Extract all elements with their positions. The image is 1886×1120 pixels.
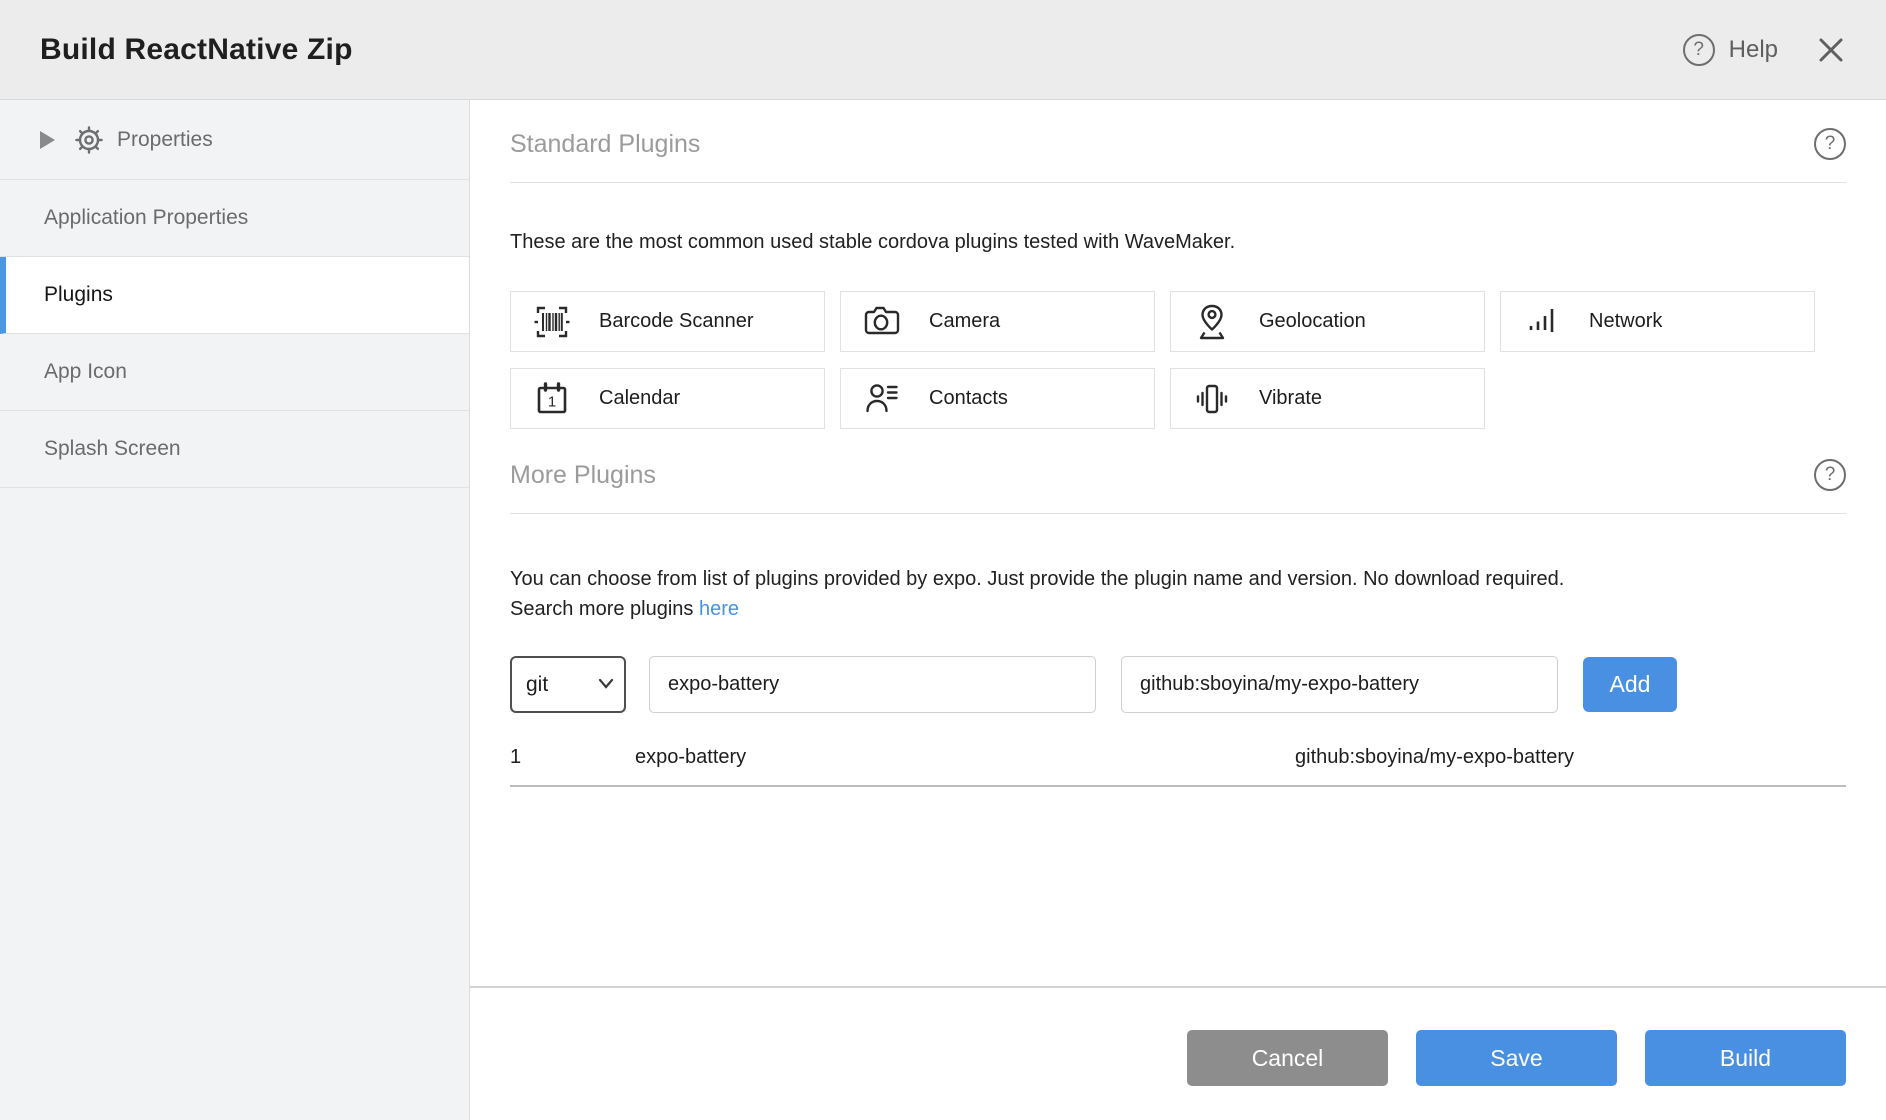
build-reactnative-dialog: Build ReactNative Zip Help — [0, 0, 1886, 1120]
gear-icon — [73, 124, 105, 156]
table-row[interactable]: 1 expo-battery github:sboyina/my-expo-ba… — [510, 737, 1846, 787]
sidebar-item-app-icon[interactable]: App Icon — [0, 334, 469, 411]
vibrate-icon — [1191, 378, 1233, 420]
plugin-card-contacts[interactable]: Contacts — [840, 368, 1155, 429]
help-button[interactable]: Help — [1683, 34, 1778, 66]
search-more-link[interactable]: here — [699, 598, 739, 620]
standard-plugins-description: These are the most common used stable co… — [510, 227, 1846, 257]
calendar-icon: 1 — [531, 378, 573, 420]
sidebar-item-label: Application Properties — [44, 206, 248, 230]
row-index: 1 — [510, 746, 635, 769]
standard-plugins-grid: Barcode Scanner Camera — [510, 291, 1830, 429]
plugin-card-label: Contacts — [929, 387, 1008, 410]
plugin-card-label: Camera — [929, 310, 1000, 333]
row-plugin-name: expo-battery — [635, 746, 1295, 769]
plugin-card-label: Network — [1589, 310, 1662, 333]
add-button[interactable]: Add — [1583, 657, 1677, 712]
sidebar-item-plugins[interactable]: Plugins — [0, 257, 469, 334]
plugin-card-label: Vibrate — [1259, 387, 1322, 410]
plugin-name-input[interactable] — [649, 656, 1096, 713]
plugin-card-geolocation[interactable]: Geolocation — [1170, 291, 1485, 352]
plugin-card-vibrate[interactable]: Vibrate — [1170, 368, 1485, 429]
sidebar-item-label: Splash Screen — [44, 437, 181, 461]
sidebar-item-label: Plugins — [44, 283, 113, 307]
svg-text:1: 1 — [548, 393, 556, 410]
dialog-body: Properties Application Properties Plugin… — [0, 100, 1886, 1120]
sidebar-item-application-properties[interactable]: Application Properties — [0, 180, 469, 257]
main-panel: Standard Plugins These are the most comm… — [470, 100, 1886, 1120]
sidebar-item-properties[interactable]: Properties — [0, 100, 469, 180]
plugin-card-label: Calendar — [599, 387, 680, 410]
divider — [510, 513, 1846, 514]
more-plugins-description: You can choose from list of plugins prov… — [510, 564, 1846, 624]
plugin-card-barcode-scanner[interactable]: Barcode Scanner — [510, 291, 825, 352]
sidebar: Properties Application Properties Plugin… — [0, 100, 470, 1120]
network-icon — [1521, 301, 1563, 343]
contacts-icon — [861, 378, 903, 420]
plugin-type-select[interactable]: git — [510, 656, 626, 713]
save-button[interactable]: Save — [1416, 1030, 1617, 1086]
dialog-title: Build ReactNative Zip — [40, 33, 353, 67]
camera-icon — [861, 301, 903, 343]
plugin-card-label: Barcode Scanner — [599, 310, 754, 333]
search-more-text: Search more plugins — [510, 598, 693, 620]
sidebar-item-label: App Icon — [44, 360, 127, 384]
barcode-scanner-icon — [531, 301, 573, 343]
build-button[interactable]: Build — [1645, 1030, 1846, 1086]
footer-buttons: Cancel Save Build — [510, 988, 1846, 1120]
help-icon[interactable] — [1814, 128, 1846, 160]
sidebar-item-splash-screen[interactable]: Splash Screen — [0, 411, 469, 488]
add-plugin-form: git Add — [510, 656, 1846, 713]
dialog-footer: Cancel Save Build — [510, 986, 1846, 1120]
more-plugins-title: More Plugins — [510, 461, 656, 490]
help-icon[interactable] — [1814, 459, 1846, 491]
more-plugins-header: More Plugins — [510, 459, 1846, 491]
plugin-card-label: Geolocation — [1259, 310, 1366, 333]
plugin-version-input[interactable] — [1121, 656, 1558, 713]
standard-plugins-title: Standard Plugins — [510, 130, 700, 159]
row-plugin-value: github:sboyina/my-expo-battery — [1295, 746, 1846, 769]
chevron-right-icon — [40, 131, 55, 149]
close-icon[interactable] — [1816, 35, 1846, 65]
plugin-card-calendar[interactable]: 1 Calendar — [510, 368, 825, 429]
plugin-card-camera[interactable]: Camera — [840, 291, 1155, 352]
plugin-type-select-wrap: git — [510, 656, 626, 713]
more-plugins-description-text: You can choose from list of plugins prov… — [510, 568, 1564, 590]
standard-plugins-header: Standard Plugins — [510, 128, 1846, 160]
sidebar-item-label: Properties — [117, 128, 213, 152]
help-icon — [1683, 34, 1715, 66]
help-label: Help — [1729, 36, 1778, 64]
dialog-header: Build ReactNative Zip Help — [0, 0, 1886, 100]
header-actions: Help — [1683, 34, 1846, 66]
geolocation-icon — [1191, 301, 1233, 343]
cancel-button[interactable]: Cancel — [1187, 1030, 1388, 1086]
plugin-card-network[interactable]: Network — [1500, 291, 1815, 352]
divider — [510, 182, 1846, 183]
